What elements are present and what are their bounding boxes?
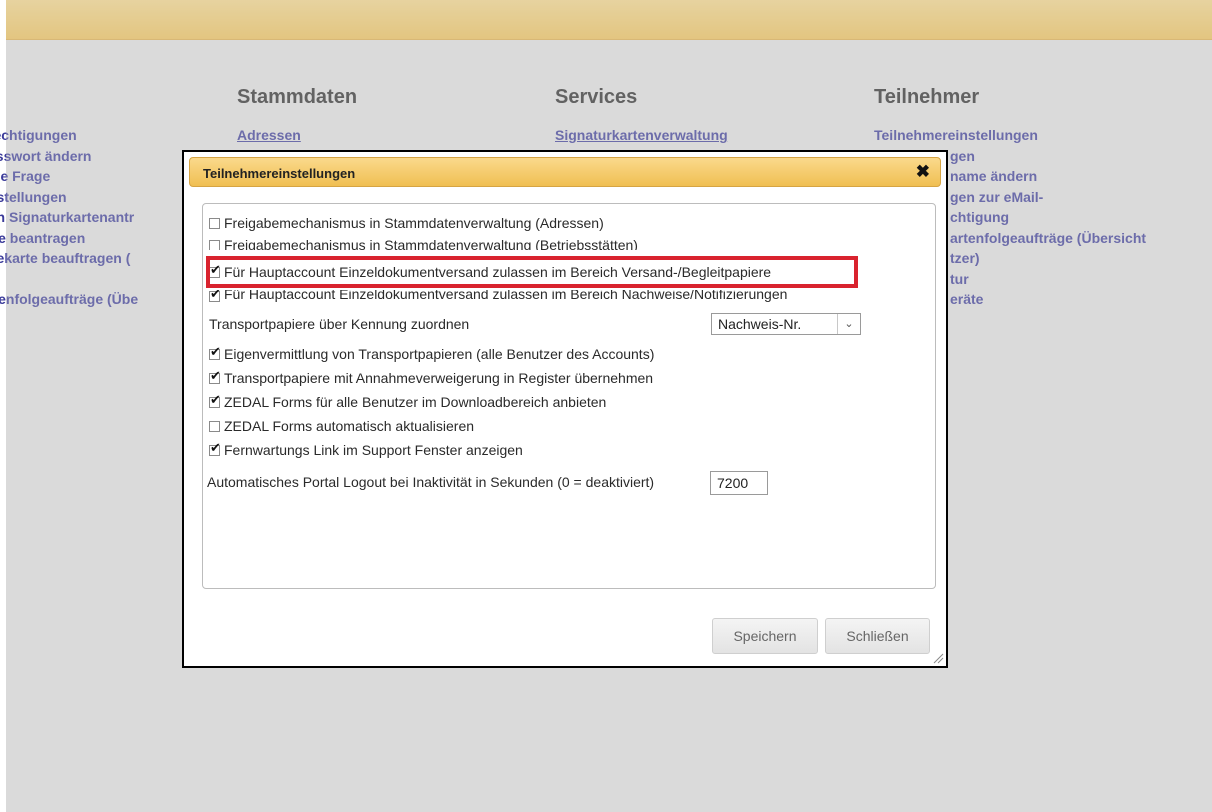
option-einzeldokument-nachweise[interactable]: Für Hauptaccount Einzeldokumentversand z… xyxy=(209,290,787,302)
option-freigabe-adressen[interactable]: Freigabemechanismus in Stammdatenverwalt… xyxy=(209,213,604,233)
checkbox-fernwartung[interactable] xyxy=(209,441,221,456)
option-eigenvermittlung[interactable]: Eigenvermittlung von Transportpapieren (… xyxy=(209,344,654,364)
checkbox-eigenvermittlung[interactable] xyxy=(209,345,221,360)
settings-dialog: Teilnehmereinstellungen ✖ Freigabemechan… xyxy=(182,150,948,668)
logout-seconds-input[interactable] xyxy=(710,471,768,495)
resize-grip-icon[interactable] xyxy=(932,652,944,664)
option-freigabe-betriebsstaetten[interactable]: Freigabemechanismus in Stammdatenverwalt… xyxy=(209,237,638,250)
checkbox-einzeldokument-nachweise[interactable] xyxy=(209,290,221,302)
save-button[interactable]: Speichern xyxy=(712,618,818,654)
option-zedal-update[interactable]: ZEDAL Forms automatisch aktualisieren xyxy=(209,416,474,436)
close-icon[interactable]: ✖ xyxy=(916,162,930,182)
option-annahmeverweigerung[interactable]: Transportpapiere mit Annahmeverweigerung… xyxy=(209,368,653,388)
checkbox-zedal-download[interactable] xyxy=(209,393,221,408)
dialog-title: Teilnehmereinstellungen xyxy=(203,166,356,181)
checkbox-annahmeverweigerung[interactable] xyxy=(209,369,221,384)
highlight-annotation xyxy=(206,256,858,288)
option-label: ZEDAL Forms automatisch aktualisieren xyxy=(224,418,475,434)
checkbox-freigabe-betriebsstaetten[interactable] xyxy=(209,240,220,250)
transport-row: Transportpapiere über Kennung zuordnen xyxy=(209,314,469,334)
logout-label: Automatisches Portal Logout bei Inaktivi… xyxy=(207,474,655,490)
transport-select[interactable]: Nachweis-Nr. ⌄ xyxy=(711,313,861,335)
option-label: Für Hauptaccount Einzeldokumentversand z… xyxy=(224,290,788,302)
option-label: Freigabemechanismus in Stammdatenverwalt… xyxy=(224,215,604,231)
option-label: Fernwartungs Link im Support Fenster anz… xyxy=(224,442,523,458)
option-zedal-download[interactable]: ZEDAL Forms für alle Benutzer im Downloa… xyxy=(209,392,606,412)
option-label: ZEDAL Forms für alle Benutzer im Downloa… xyxy=(224,394,607,410)
chevron-down-icon[interactable]: ⌄ xyxy=(837,314,860,334)
transport-label: Transportpapiere über Kennung zuordnen xyxy=(209,316,470,332)
logout-row: Automatisches Portal Logout bei Inaktivi… xyxy=(207,472,654,492)
dialog-body: Freigabemechanismus in Stammdatenverwalt… xyxy=(202,203,936,589)
transport-select-value: Nachweis-Nr. xyxy=(718,316,802,332)
option-label: Freigabemechanismus in Stammdatenverwalt… xyxy=(224,237,638,250)
dialog-header: Teilnehmereinstellungen ✖ xyxy=(189,157,941,187)
option-label: Transportpapiere mit Annahmeverweigerung… xyxy=(224,370,654,386)
option-label: Eigenvermittlung von Transportpapieren (… xyxy=(224,346,655,362)
checkbox-freigabe-adressen[interactable] xyxy=(209,217,220,229)
close-button[interactable]: Schließen xyxy=(825,618,930,654)
checkbox-zedal-update[interactable] xyxy=(209,420,220,432)
option-fernwartung[interactable]: Fernwartungs Link im Support Fenster anz… xyxy=(209,440,523,460)
